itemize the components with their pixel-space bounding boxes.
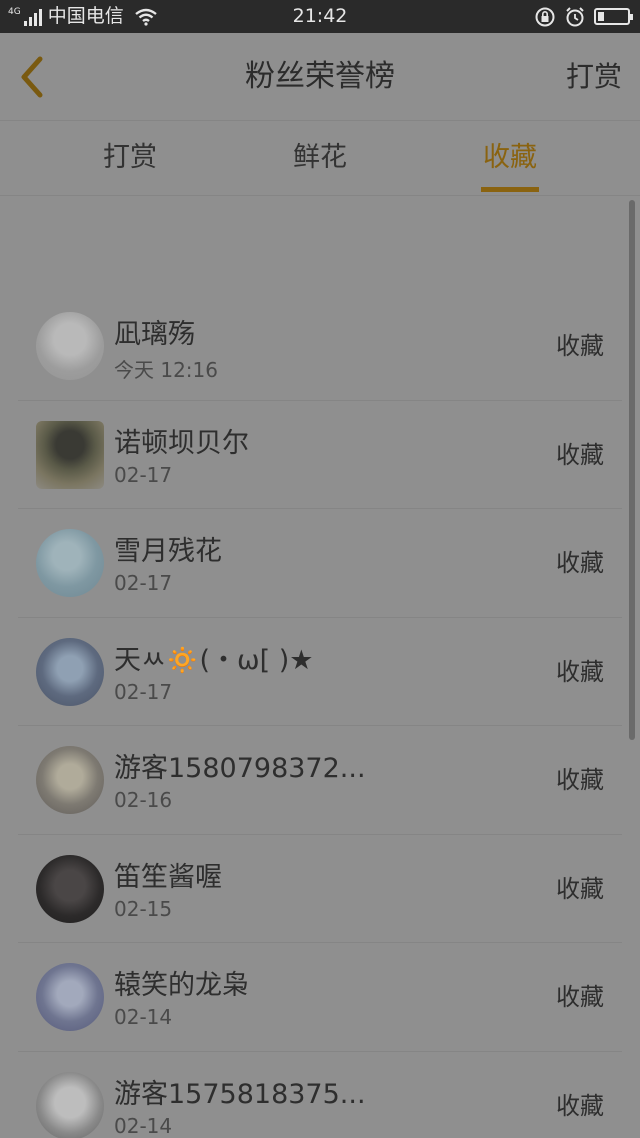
item-action: 收藏 <box>556 657 604 686</box>
list-item[interactable]: 笛笙酱喔 02-15 收藏 <box>18 835 622 943</box>
user-name: 游客1580798372... <box>114 753 366 784</box>
list-item[interactable]: 雪月残花 02-17 收藏 <box>18 509 622 618</box>
active-tab-indicator <box>481 187 539 192</box>
tab-label: 收藏 <box>483 142 537 173</box>
battery-icon <box>594 8 633 25</box>
avatar <box>36 529 104 597</box>
scrollbar[interactable] <box>629 200 635 740</box>
avatar <box>36 963 104 1031</box>
item-action: 收藏 <box>556 1091 604 1120</box>
avatar <box>36 312 104 380</box>
item-date: 02-16 <box>114 788 173 812</box>
user-name: 凪璃殇 <box>114 319 195 350</box>
user-name: 诺顿坝贝尔 <box>114 427 249 459</box>
avatar <box>36 854 104 923</box>
fan-list: 凪璃殇 今天 12:16 收藏 诺顿坝贝尔 02-17 收藏 雪月残花 02-1… <box>18 292 622 1138</box>
item-date: 02-17 <box>114 679 173 704</box>
item-date: 02-17 <box>114 462 173 487</box>
user-name: 游客1575818375... <box>114 1078 366 1110</box>
rotation-lock-icon <box>535 7 555 26</box>
list-item[interactable]: 辕笑的龙枭 02-14 收藏 <box>18 943 622 1052</box>
tab-reward[interactable]: 打赏 <box>70 122 190 196</box>
list-item[interactable]: 游客1580798372... 02-16 收藏 <box>18 726 622 835</box>
list-item[interactable]: 凪璃殇 今天 12:16 收藏 <box>18 292 622 401</box>
tab-label: 打赏 <box>103 142 157 173</box>
user-name: 雪月残花 <box>114 536 222 567</box>
nav-bar: 粉丝荣誉榜 打赏 <box>0 33 640 121</box>
item-action: 收藏 <box>556 549 604 577</box>
item-date: 02-17 <box>114 571 173 595</box>
reward-button[interactable]: 打赏 <box>566 33 622 121</box>
item-date: 今天 12:16 <box>114 358 218 382</box>
list-item[interactable]: 诺顿坝贝尔 02-17 收藏 <box>18 401 622 509</box>
item-action: 收藏 <box>556 983 604 1011</box>
avatar <box>36 746 104 814</box>
user-name: 辕笑的龙枭 <box>114 970 249 1001</box>
list-item[interactable]: 游客1575818375... 02-14 收藏 <box>18 1052 622 1138</box>
status-right <box>534 0 633 33</box>
item-date: 02-15 <box>114 896 173 921</box>
page-title: 粉丝荣誉榜 <box>245 59 395 94</box>
item-action: 收藏 <box>556 766 604 794</box>
avatar <box>36 420 104 489</box>
tab-label: 鲜花 <box>293 142 347 173</box>
list-item[interactable]: 天ㅆ🔅(・ω[ )★ 02-17 收藏 <box>18 618 622 726</box>
avatar <box>36 1071 104 1138</box>
avatar <box>36 637 104 706</box>
tab-flowers[interactable]: 鲜花 <box>260 122 380 196</box>
user-name: 天ㅆ🔅(・ω[ )★ <box>114 644 314 676</box>
tab-favorites[interactable]: 收藏 <box>450 122 570 196</box>
item-date: 02-14 <box>114 1113 173 1138</box>
user-name: 笛笙酱喔 <box>114 861 222 893</box>
item-date: 02-14 <box>114 1005 173 1029</box>
tab-bar: 打赏 鲜花 收藏 <box>0 122 640 196</box>
alarm-icon <box>566 6 584 26</box>
item-action: 收藏 <box>556 440 604 469</box>
item-action: 收藏 <box>556 332 604 360</box>
status-bar: 4G 中国电信 21:42 <box>0 0 640 33</box>
item-action: 收藏 <box>556 874 604 903</box>
